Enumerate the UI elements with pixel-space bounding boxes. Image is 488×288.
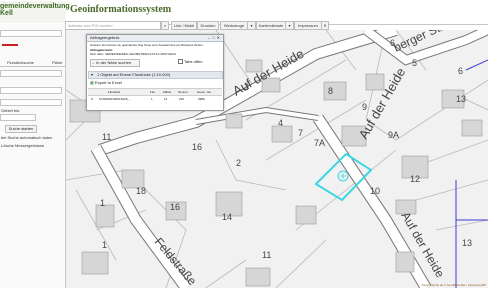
window-titlebar[interactable]: Abfrageergebnis ‒ □ ✕ [87, 35, 223, 42]
tabs-open-label: Tabs offen [184, 59, 203, 64]
export-excel-button[interactable]: ▦ Export to Excel [90, 80, 130, 86]
close-icon[interactable]: ✕ [321, 21, 329, 30]
chevron-down-icon[interactable]: ▾ [247, 21, 256, 30]
column-header[interactable]: Geom. Ha [197, 89, 211, 95]
search-icon[interactable]: ⌕ [161, 21, 169, 30]
close-icon[interactable]: ✕ [217, 35, 220, 41]
tools-menu[interactable]: Werkzeuge [220, 21, 248, 30]
start-search-button[interactable]: Suche starten [5, 125, 37, 133]
excel-icon: ▦ [90, 80, 94, 85]
table-row[interactable]: ⌕ 07260000100014028_... 1 14 226 2989 [88, 96, 222, 102]
chevron-down-icon[interactable]: ▾ [285, 21, 294, 30]
result-group-label: 1 Objekt auf Ebene Flurstücke (1:10.000) [97, 72, 171, 77]
sidebar-input-2[interactable] [0, 70, 62, 77]
status-bar [2, 44, 18, 46]
house-number: 2 [236, 158, 241, 168]
tab-plans[interactable]: Pläne [52, 60, 62, 65]
map-toolbar: Adresse und POI suchen ⌕ Link / Mobil Dr… [65, 21, 488, 30]
zoom-icon[interactable]: ⌕ [91, 96, 93, 102]
house-number: 5 [412, 58, 417, 68]
column-header[interactable]: Flur [150, 89, 155, 95]
export-excel-label: Export to Excel [94, 80, 122, 85]
search-nearby-label: In der Nähe suchen [96, 60, 132, 65]
house-number: 6 [390, 38, 395, 48]
house-number: 7 [298, 128, 303, 138]
chevron-down-icon[interactable]: ▾ [91, 72, 93, 78]
print-button[interactable]: Drucken [197, 21, 219, 30]
sidebar-input-1[interactable] [0, 30, 62, 37]
house-number: 4 [278, 118, 283, 128]
house-number: 9A [388, 130, 399, 140]
house-number: 8 [328, 86, 333, 96]
tabs-open-toggle[interactable]: Tabs offen [178, 59, 218, 65]
info-text: Hinweis: Es können ein geändertes Sog Te… [90, 43, 203, 47]
table-cell: 07260000100014028_... [99, 97, 132, 101]
map-services-menu[interactable]: Kartendienste [256, 21, 286, 30]
house-number: 18 [136, 186, 146, 196]
house-number: 13 [456, 94, 466, 104]
sidebar-tabs: Flurstücksuche Pläne [0, 60, 65, 67]
table-cell: 2989 [198, 97, 205, 101]
house-number: 13 [462, 238, 472, 248]
sidebar-input-3[interactable] [0, 87, 62, 94]
maximize-icon[interactable]: □ [213, 35, 215, 41]
imprint-button[interactable]: Impressum [294, 21, 322, 30]
page-title: Geoinformationssystem [70, 4, 172, 15]
result-group-header[interactable]: ▾ 1 Objekt auf Ebene Flurstücke (1:10.00… [88, 71, 223, 79]
house-number: 16 [170, 202, 180, 212]
search-nearby-button[interactable]: → In der Nähe suchen [90, 59, 140, 67]
window-title: Abfrageergebnis [90, 35, 120, 40]
brand-line2: Kell [0, 10, 13, 17]
map-attribution[interactable]: Geoportal.rlp.de © GeoBasis-DE / LVermGe… [422, 283, 486, 287]
table-header-row: Flurstück Flur Zähler Nenner Geom. Ha [88, 88, 222, 96]
house-number: 7A [314, 138, 325, 148]
house-number: 12 [410, 174, 420, 184]
sidebar-input-4[interactable] [0, 99, 62, 106]
house-number: 16 [192, 142, 202, 152]
area-select[interactable] [0, 114, 36, 121]
house-number: 1 [100, 198, 105, 208]
house-number: 1 [102, 240, 107, 250]
table-cell: 226 [179, 97, 185, 101]
column-header[interactable]: Zähler [163, 89, 172, 95]
arrow-icon: → [91, 60, 95, 65]
house-number: 6 [458, 66, 463, 76]
checkbox[interactable] [178, 59, 183, 65]
house-number: 9 [362, 102, 367, 112]
link-mobile-button[interactable]: Link / Mobil [171, 21, 197, 30]
house-number: 10 [370, 186, 380, 196]
table-cell: 14 [164, 97, 168, 101]
auto-load-option[interactable]: bei Suche automatisch laden [1, 135, 52, 140]
house-number: 11 [262, 250, 271, 260]
minimize-icon[interactable]: ‒ [208, 35, 210, 41]
house-number: 14 [222, 212, 232, 222]
table-cell: 1 [151, 97, 153, 101]
house-number: 3 [244, 82, 249, 92]
column-header[interactable]: Flurstück [108, 89, 120, 95]
query-area-text: Wert aktiv: GEMEINDEWEG-GEOMETRIE/FLST-F… [90, 52, 177, 56]
area-label: Gebiet bis: [1, 108, 21, 113]
tab-parcel-search[interactable]: Flurstücksuche [7, 60, 34, 65]
house-number: 11 [102, 132, 111, 142]
query-result-window: Abfrageergebnis ‒ □ ✕ Hinweis: Es können… [86, 34, 224, 111]
brand-logo[interactable]: gemeindeverwaltung Kell [0, 1, 70, 23]
sidebar: Flurstücksuche Pläne Gebiet bis: Suche s… [0, 24, 66, 288]
address-search-input[interactable]: Adresse und POI suchen [65, 21, 161, 30]
clear-measurements-option[interactable]: Lösche Messergebnisse [1, 143, 44, 148]
column-header[interactable]: Nenner [178, 89, 188, 95]
brand-line1: gemeindeverwaltung [0, 3, 70, 10]
